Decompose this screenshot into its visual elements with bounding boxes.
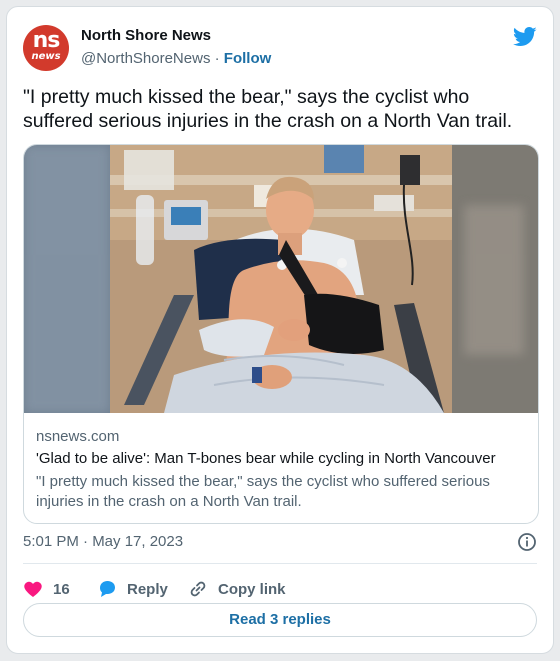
tweet-timestamp[interactable]: 5:01 PM · May 17, 2023 bbox=[23, 533, 183, 550]
copy-link-button[interactable]: Copy link bbox=[188, 573, 286, 605]
read-replies-button[interactable]: Read 3 replies bbox=[23, 603, 537, 637]
author-handle[interactable]: @NorthShoreNews bbox=[81, 50, 210, 67]
avatar[interactable]: ns news bbox=[23, 25, 69, 71]
separator-dot: · bbox=[214, 50, 220, 67]
twitter-bird-icon[interactable] bbox=[513, 27, 537, 47]
avatar-logo-text: ns bbox=[32, 28, 61, 53]
link-title[interactable]: 'Glad to be alive': Man T-bones bear whi… bbox=[36, 450, 526, 467]
link-domain: nsnews.com bbox=[36, 428, 120, 445]
author-name[interactable]: North Shore News bbox=[81, 27, 211, 44]
heart-icon bbox=[24, 581, 42, 597]
like-button[interactable]: 16 bbox=[23, 573, 70, 605]
reply-label: Reply bbox=[127, 580, 168, 598]
copy-link-label: Copy link bbox=[218, 580, 286, 598]
divider bbox=[23, 563, 537, 564]
tweet-actions: 16 Reply Copy link bbox=[23, 573, 537, 605]
avatar-logo-subtext: news bbox=[31, 51, 61, 62]
reply-bubble-icon bbox=[100, 581, 115, 597]
like-count: 16 bbox=[53, 580, 70, 598]
tweet-header: ns news North Shore News @NorthShoreNews… bbox=[23, 23, 537, 73]
reply-button[interactable]: Reply bbox=[97, 573, 168, 605]
follow-link[interactable]: Follow bbox=[224, 50, 272, 67]
embedded-tweet-card: ns news North Shore News @NorthShoreNews… bbox=[6, 6, 554, 654]
tweet-text: "I pretty much kissed the bear," says th… bbox=[23, 86, 513, 132]
info-icon[interactable] bbox=[517, 532, 537, 552]
link-description: "I pretty much kissed the bear," says th… bbox=[36, 473, 490, 510]
author-handle-line: @NorthShoreNews · Follow bbox=[81, 50, 271, 67]
article-photo bbox=[24, 145, 538, 413]
link-preview-card[interactable]: nsnews.com 'Glad to be alive': Man T-bon… bbox=[23, 144, 539, 524]
link-icon bbox=[190, 581, 206, 597]
